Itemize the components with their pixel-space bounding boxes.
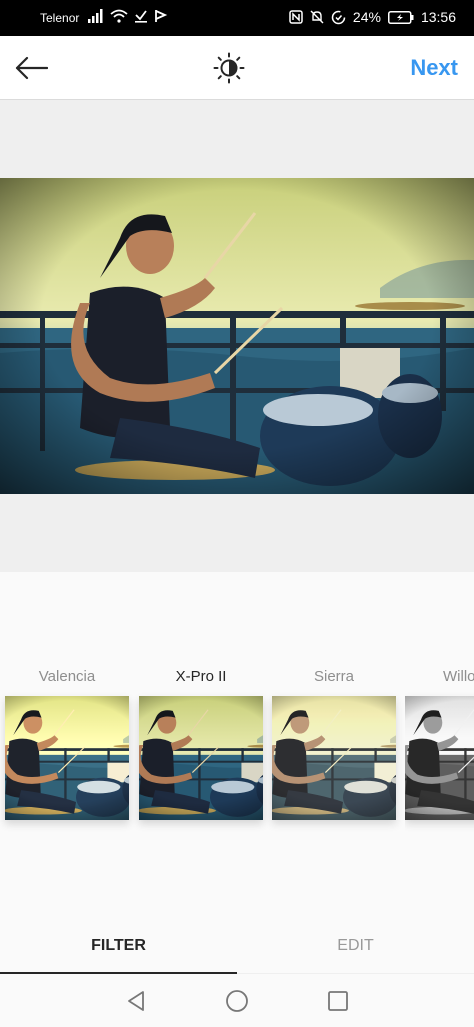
editor-header: Next <box>0 36 474 100</box>
filter-label: Sierra <box>313 668 354 685</box>
filter-thumbnail <box>139 696 263 820</box>
arrow-left-icon <box>15 56 48 80</box>
tab-edit[interactable]: EDIT <box>237 928 474 974</box>
filter-thumbnail <box>272 696 396 820</box>
lux-button[interactable] <box>211 50 247 86</box>
system-home-button[interactable] <box>223 987 251 1015</box>
filter-label: X-Pro II <box>175 668 227 685</box>
clock: 13:56 <box>420 9 456 25</box>
square-recents-icon <box>328 991 348 1011</box>
filter-thumbnail <box>5 696 129 820</box>
filter-strip: Valencia X-Pro II Sierra Willow <box>0 572 474 928</box>
filter-label: Valencia <box>38 668 96 685</box>
mute-icon <box>310 10 324 24</box>
next-button[interactable]: Next <box>410 55 458 81</box>
signal-icon <box>88 9 103 23</box>
filter-sierra[interactable]: Sierra <box>272 668 396 820</box>
wifi-icon <box>110 9 128 23</box>
status-left-icons <box>88 9 168 23</box>
back-button[interactable] <box>12 50 50 86</box>
battery-percent: 24% <box>352 9 381 25</box>
triangle-back-icon <box>128 991 144 1011</box>
nfc-icon <box>289 10 303 24</box>
brightness-icon <box>213 52 245 84</box>
system-recents-button[interactable] <box>324 987 352 1015</box>
system-nav-bar <box>0 974 474 1027</box>
status-right: 24% 13:56 <box>289 9 456 25</box>
filter-xpro2[interactable]: X-Pro II <box>139 668 263 820</box>
flag-icon <box>155 10 168 22</box>
filter-label: Willow <box>443 668 474 685</box>
filter-thumbnail <box>405 696 474 820</box>
filter-willow[interactable]: Willow <box>405 668 474 848</box>
status-bar: Telenor 24% 13:56 <box>0 0 474 36</box>
photo-preview[interactable] <box>0 178 474 494</box>
data-saver-icon <box>331 10 346 24</box>
system-back-button[interactable] <box>122 987 150 1015</box>
battery-icon <box>387 10 414 24</box>
download-icon <box>135 10 147 23</box>
carrier-label: Telenor <box>40 11 80 25</box>
circle-home-icon <box>226 990 248 1012</box>
tab-filter[interactable]: FILTER <box>0 928 237 974</box>
editor-tabs: FILTER EDIT <box>0 928 474 974</box>
photo-preview-area <box>0 100 474 572</box>
filter-valencia[interactable]: Valencia <box>5 668 129 820</box>
